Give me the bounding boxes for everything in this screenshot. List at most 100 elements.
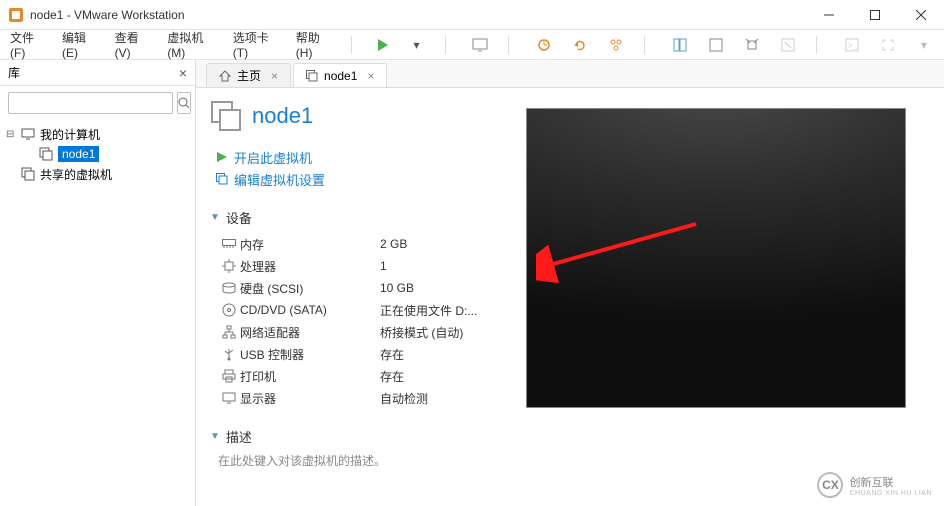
vm-details: node1 开启此虚拟机 编辑虚拟机设置 ▼ 设备 (196, 88, 526, 506)
devices-section-header[interactable]: ▼ 设备 (210, 208, 512, 227)
stretch-dropdown-icon[interactable]: ▾ (914, 38, 934, 52)
home-icon (219, 70, 231, 82)
console-icon[interactable]: >_ (842, 38, 862, 52)
device-row-usb[interactable]: USB 控制器 存在 (210, 343, 512, 365)
maximize-button[interactable] (852, 0, 898, 30)
library-tree: ⊟ 我的计算机 node1 共享的虚拟机 (0, 120, 195, 188)
close-button[interactable] (898, 0, 944, 30)
device-value: 自动检测 (380, 390, 428, 407)
snapshot-revert-icon[interactable] (570, 38, 590, 52)
device-row-display[interactable]: 显示器 自动检测 (210, 387, 512, 409)
screen-icon[interactable] (470, 38, 490, 52)
app-icon (8, 7, 24, 23)
menu-file[interactable]: 文件(F) (10, 29, 46, 60)
tree-item-shared[interactable]: 共享的虚拟机 (6, 164, 189, 184)
device-value: 桥接模式 (自动) (380, 324, 463, 341)
printer-icon (218, 369, 240, 383)
watermark-sub: CHUANG XIN HU LIAN (849, 490, 932, 497)
description-placeholder[interactable]: 在此处键入对该虚拟机的描述。 (210, 452, 512, 469)
chevron-down-icon: ▼ (210, 212, 220, 223)
snapshot-manage-icon[interactable] (606, 38, 626, 52)
menu-edit[interactable]: 编辑(E) (62, 29, 99, 60)
device-value: 10 GB (380, 281, 414, 295)
window-title: node1 - VMware Workstation (30, 8, 185, 22)
view-thumb-icon[interactable] (669, 38, 689, 52)
tab-close-icon[interactable]: × (367, 69, 374, 83)
device-label: USB 控制器 (240, 346, 380, 363)
snapshot-take-icon[interactable] (534, 38, 554, 52)
device-label: 打印机 (240, 368, 380, 385)
power-button[interactable] (376, 38, 390, 52)
vm-icon (38, 146, 54, 162)
tab-label: node1 (324, 69, 357, 83)
settings-icon (216, 173, 228, 185)
edit-settings-link[interactable]: 编辑虚拟机设置 (216, 168, 512, 190)
watermark-brand: 创新互联 (849, 474, 932, 490)
tree-item-node1[interactable]: node1 (6, 144, 189, 164)
library-sidebar: 库 × ⊟ 我的计算机 node1 共享的虚拟机 (0, 60, 196, 506)
menubar: 文件(F) 编辑(E) 查看(V) 虚拟机(M) 选项卡(T) 帮助(H) ▾ … (0, 30, 944, 60)
divider (351, 36, 358, 54)
titlebar: node1 - VMware Workstation (0, 0, 944, 30)
disk-icon (218, 282, 240, 294)
power-on-link[interactable]: 开启此虚拟机 (216, 146, 512, 168)
section-label: 设备 (226, 208, 252, 227)
display-icon (218, 392, 240, 404)
link-label: 开启此虚拟机 (234, 148, 312, 167)
device-row-cd[interactable]: CD/DVD (SATA) 正在使用文件 D:... (210, 299, 512, 321)
description-section-header[interactable]: ▼ 描述 (210, 427, 512, 446)
search-icon (178, 97, 190, 109)
sidebar-close-button[interactable]: × (179, 65, 187, 81)
minimize-button[interactable] (806, 0, 852, 30)
divider (445, 36, 452, 54)
divider (816, 36, 823, 54)
vm-icon (306, 70, 318, 82)
device-label: 内存 (240, 236, 380, 253)
device-label: 显示器 (240, 390, 380, 407)
device-value: 2 GB (380, 237, 407, 251)
play-icon (216, 151, 228, 163)
network-icon (218, 325, 240, 339)
device-value: 存在 (380, 346, 404, 363)
view-unity-icon[interactable] (742, 38, 762, 52)
device-row-net[interactable]: 网络适配器 桥接模式 (自动) (210, 321, 512, 343)
view-single-icon[interactable] (706, 38, 726, 52)
view-fullscreen-icon[interactable] (778, 38, 798, 52)
menu-tabs[interactable]: 选项卡(T) (233, 29, 280, 60)
shared-vm-icon (20, 166, 36, 182)
device-row-disk[interactable]: 硬盘 (SCSI) 10 GB (210, 277, 512, 299)
sidebar-title: 库 (8, 64, 20, 81)
device-row-cpu[interactable]: 处理器 1 (210, 255, 512, 277)
stretch-icon[interactable] (878, 38, 898, 52)
tabbar: 主页 × node1 × (196, 60, 944, 88)
search-button[interactable] (177, 92, 191, 114)
svg-text:>_: >_ (848, 41, 858, 50)
tab-close-icon[interactable]: × (271, 69, 278, 83)
menu-view[interactable]: 查看(V) (115, 29, 152, 60)
vm-name: node1 (252, 103, 313, 129)
device-label: 处理器 (240, 258, 380, 275)
tab-home[interactable]: 主页 × (206, 63, 291, 87)
device-row-memory[interactable]: 内存 2 GB (210, 233, 512, 255)
device-label: 硬盘 (SCSI) (240, 280, 380, 297)
expander-icon[interactable]: ⊟ (6, 129, 16, 140)
section-label: 描述 (226, 427, 252, 446)
power-dropdown-icon[interactable]: ▾ (406, 38, 426, 52)
memory-icon (218, 239, 240, 249)
tree-item-my-computer[interactable]: ⊟ 我的计算机 (6, 124, 189, 144)
library-search-input[interactable] (8, 92, 173, 114)
menu-vm[interactable]: 虚拟机(M) (167, 29, 216, 60)
tab-label: 主页 (237, 67, 261, 84)
tree-label: node1 (58, 146, 99, 162)
device-value: 1 (380, 259, 387, 273)
vm-screen-preview[interactable] (526, 108, 906, 408)
window-controls (806, 0, 944, 30)
device-row-printer[interactable]: 打印机 存在 (210, 365, 512, 387)
device-value: 正在使用文件 D:... (380, 302, 477, 319)
divider (508, 36, 515, 54)
computer-icon (20, 126, 36, 142)
menu-help[interactable]: 帮助(H) (296, 29, 333, 60)
device-label: CD/DVD (SATA) (240, 303, 380, 317)
cd-icon (218, 303, 240, 317)
tab-node1[interactable]: node1 × (293, 63, 387, 87)
